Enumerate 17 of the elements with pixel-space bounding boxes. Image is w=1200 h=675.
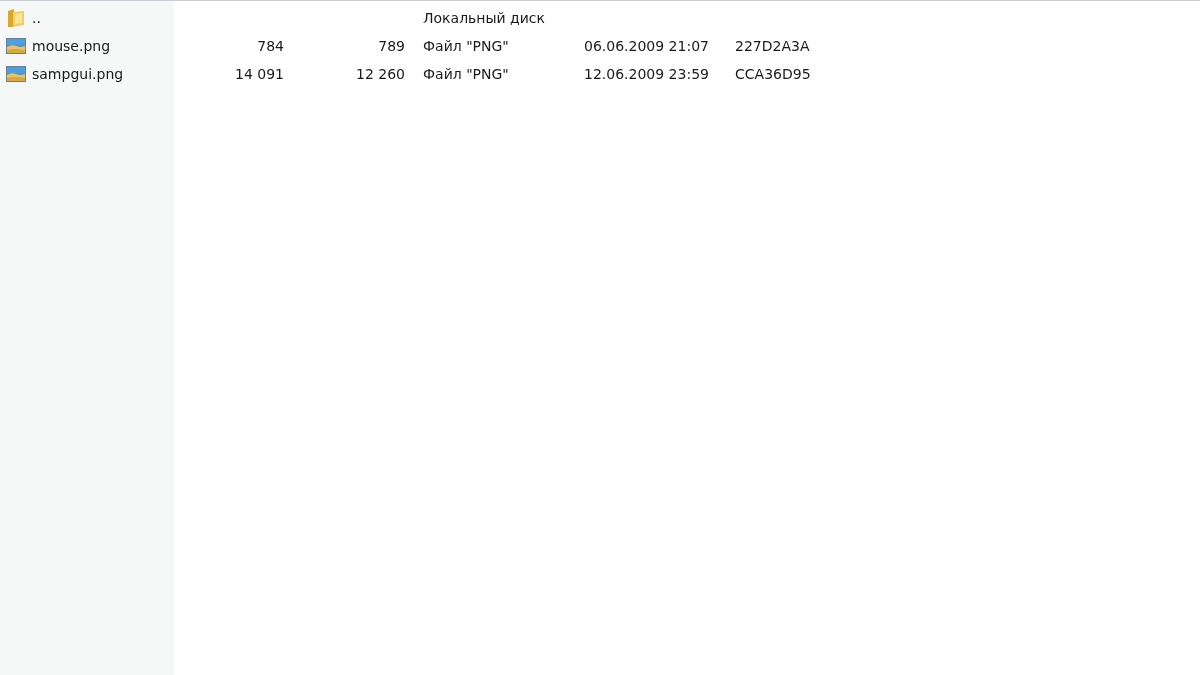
file-name[interactable]: sampgui.png xyxy=(32,66,124,82)
folder-icon xyxy=(6,8,26,28)
image-file-icon xyxy=(6,36,26,56)
crc-value: CCA36D95 xyxy=(735,66,811,82)
file-type: Локальный диск xyxy=(423,10,545,26)
packed-size: 789 xyxy=(378,38,405,54)
file-size: 14 091 xyxy=(235,66,284,82)
file-type: Файл "PNG" xyxy=(423,38,509,54)
modified-date: 12.06.2009 23:59 xyxy=(584,66,709,82)
file-size: 784 xyxy=(257,38,284,54)
packed-size: 12 260 xyxy=(356,66,405,82)
file-type: Файл "PNG" xyxy=(423,66,509,82)
crc-value: 227D2A3A xyxy=(735,38,810,54)
modified-date: 06.06.2009 21:07 xyxy=(584,38,709,54)
file-name[interactable]: .. xyxy=(32,10,41,26)
image-file-icon xyxy=(6,64,26,84)
file-name[interactable]: mouse.png xyxy=(32,38,111,54)
